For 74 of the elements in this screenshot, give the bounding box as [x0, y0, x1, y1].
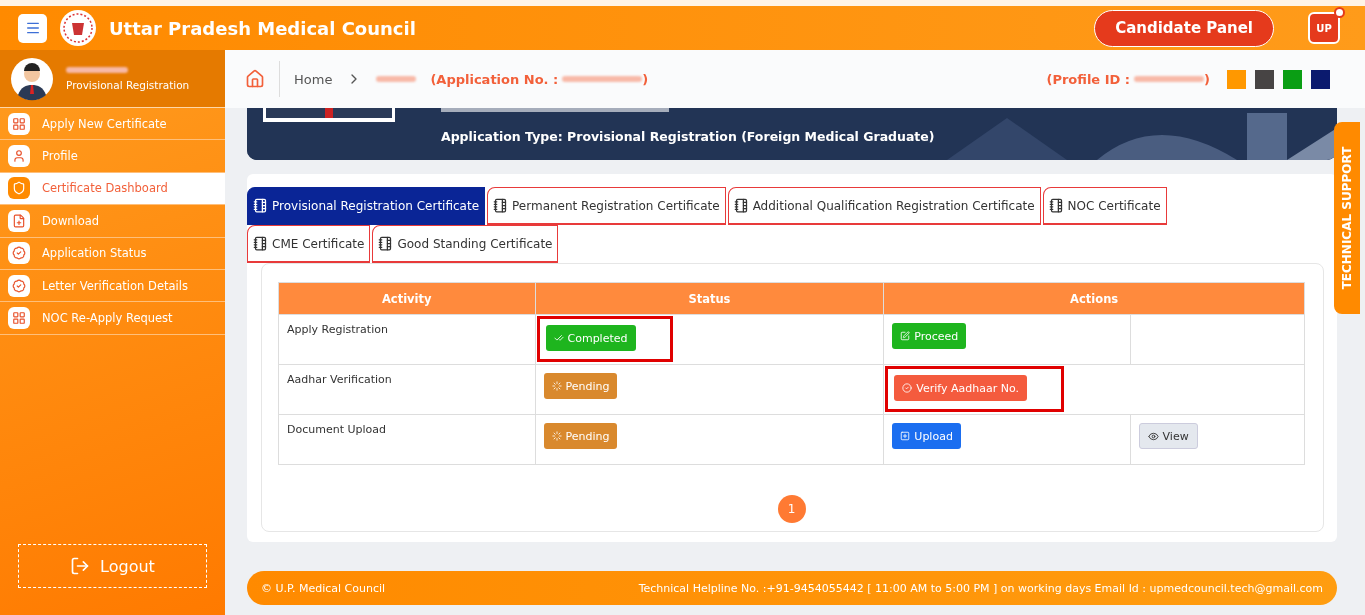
column-header: Status [535, 282, 884, 315]
column-header: Activity [278, 282, 535, 315]
status-icon [553, 333, 564, 343]
notebook-icon [733, 198, 749, 213]
certificate-tab[interactable]: Additional Qualification Registration Certificate [727, 187, 1041, 225]
page-button[interactable]: 1 [777, 495, 806, 523]
redacted-name [66, 66, 128, 73]
status-icon [551, 381, 562, 391]
logout-icon [70, 556, 91, 576]
sidebar-item[interactable]: Application Status [0, 237, 225, 270]
certificate-tab[interactable]: Provisional Registration Certificate [247, 187, 486, 225]
theme-swatch[interactable] [1283, 69, 1302, 89]
notebook-icon [253, 198, 268, 213]
status-badge: Pending [543, 373, 618, 399]
check-circle-icon [902, 383, 913, 393]
copyright-text: © U.P. Medical Council [261, 581, 386, 595]
file-plus-icon [8, 209, 30, 232]
certificate-tab[interactable]: Good Standing Certificate [372, 225, 559, 263]
home-link[interactable]: Home [294, 71, 333, 87]
closing-paren: ) [642, 71, 649, 87]
table-cell: Document Upload [278, 414, 535, 465]
status-badge: Pending [543, 423, 618, 449]
action-button[interactable]: Upload [892, 423, 961, 449]
sidebar-item[interactable]: Apply New Certificate [0, 108, 225, 141]
menu-button[interactable] [18, 13, 47, 43]
action-button[interactable]: Verify Aadhaar No. [894, 375, 1027, 401]
edit-icon [900, 331, 911, 341]
notebook-icon [253, 236, 268, 251]
status-icon [551, 431, 562, 441]
menu-icon [24, 20, 41, 36]
theme-swatch[interactable] [1311, 69, 1330, 89]
grid-icon [8, 307, 30, 330]
certificate-tab[interactable]: NOC Certificate [1042, 187, 1167, 225]
site-title: Uttar Pradesh Medical Council [109, 17, 417, 39]
table-cell: Aadhar Verification [278, 364, 535, 415]
sidebar-item[interactable]: Letter Verification Details [0, 269, 225, 303]
eye-icon [1147, 430, 1159, 442]
sidebar-item[interactable]: NOC Re-Apply Request [0, 302, 225, 335]
seal-logo-icon [59, 9, 97, 47]
badge-check-icon [8, 274, 30, 297]
notebook-icon [1048, 198, 1064, 213]
avatar-icon [10, 56, 54, 101]
contact-text: Technical Helpline No. :+91-9454055442 [ 11:00 AM to 5:00 PM ] on working days Email Id : upmedcouncil.tech@gmail.com [638, 581, 1323, 595]
certificate-tab[interactable]: Permanent Registration Certificate [487, 187, 726, 225]
plus-square-icon [900, 431, 911, 441]
theme-swatch[interactable] [1255, 69, 1274, 89]
action-button[interactable]: Proceed [892, 323, 967, 349]
theme-swatch[interactable] [1227, 69, 1246, 89]
view-button[interactable]: View [1138, 423, 1198, 449]
user-badge-button[interactable]: UP [1308, 12, 1340, 44]
logout-button[interactable]: Logout [18, 544, 207, 588]
user-role: Provisional Registration [65, 78, 190, 91]
notebook-icon [378, 236, 394, 251]
column-header: Actions [883, 282, 1305, 315]
application-number-label: (Application No. : [430, 71, 559, 87]
application-type-text: Application Type: Provisional Registration (Foreign Medical Graduate) [441, 129, 935, 144]
table-cell: Apply Registration [278, 314, 535, 365]
certificate-tab[interactable]: CME Certificate [247, 225, 371, 263]
closing-paren: ) [1204, 71, 1210, 87]
user-icon [8, 145, 30, 168]
redacted-text [1134, 76, 1205, 82]
status-badge: Completed [545, 325, 636, 351]
profile-id-label: (Profile ID : [1046, 71, 1131, 87]
sidebar-item[interactable]: Download [0, 205, 225, 238]
candidate-panel-button[interactable]: Candidate Panel [1094, 9, 1274, 47]
grid-icon [8, 112, 30, 135]
technical-support-tab[interactable]: TECHNICAL SUPPORT [1334, 122, 1360, 314]
sidebar-item[interactable]: Profile [0, 140, 225, 173]
sidebar-item[interactable]: Certificate Dashboard [0, 172, 225, 206]
notebook-icon [493, 198, 509, 213]
home-icon[interactable] [245, 69, 265, 89]
shield-icon [8, 177, 30, 200]
redacted-text [376, 76, 417, 82]
badge-check-icon [8, 242, 30, 265]
